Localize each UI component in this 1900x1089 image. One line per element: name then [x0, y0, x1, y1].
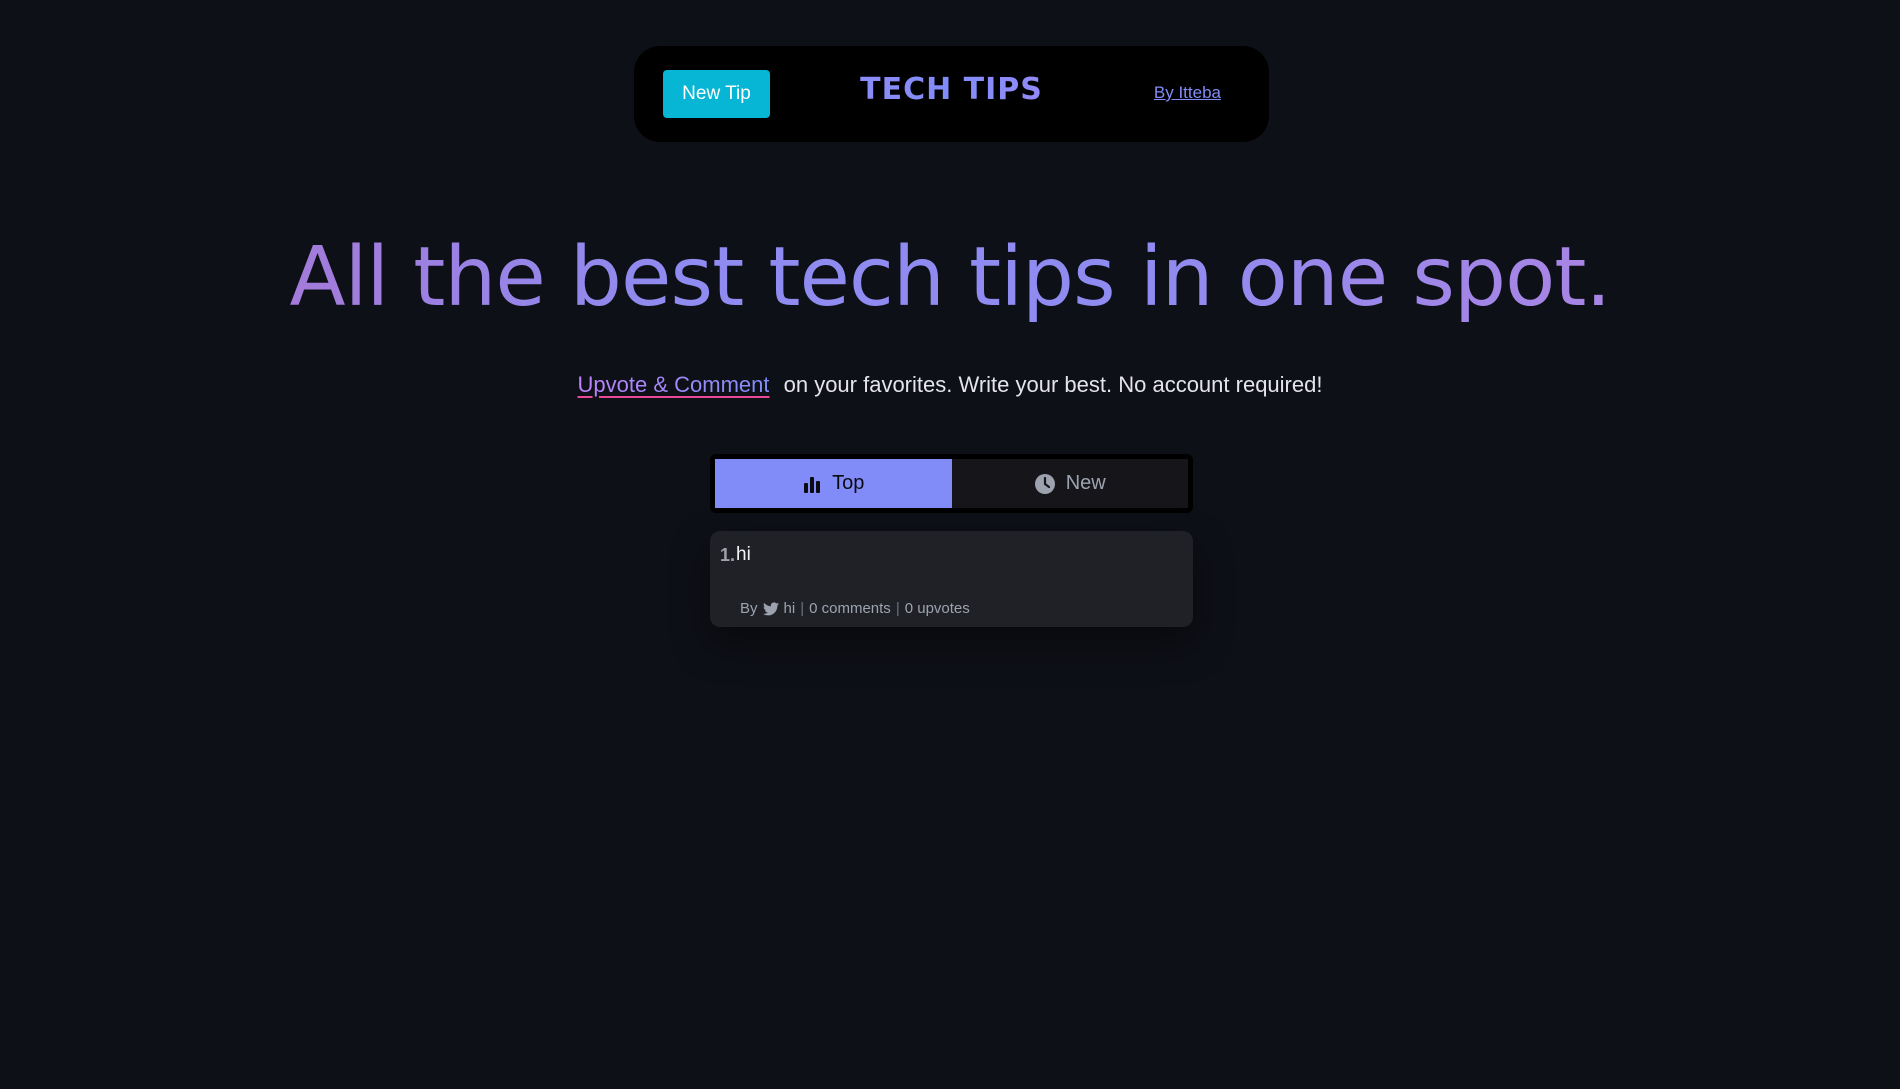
clock-icon — [1034, 473, 1056, 495]
new-tip-button[interactable]: New Tip — [663, 70, 770, 118]
page: New Tip TECH TIPS By Itteba All the best… — [0, 0, 1900, 1089]
twitter-icon[interactable] — [762, 601, 779, 616]
bar-chart-icon — [802, 474, 822, 494]
tab-top-label: Top — [832, 472, 865, 494]
tip-card[interactable]: 1. hi By hi | 0 comments | 0 upvotes — [710, 531, 1193, 627]
author-link[interactable]: By Itteba — [1154, 83, 1221, 103]
tip-author[interactable]: hi — [784, 600, 796, 617]
navbar: New Tip TECH TIPS By Itteba — [634, 46, 1269, 142]
tip-comments-count: 0 comments — [809, 600, 891, 617]
tab-new[interactable]: New — [951, 459, 1188, 508]
meta-separator: | — [895, 600, 900, 617]
hero-subtitle-text: on your favorites. Write your best. No a… — [783, 372, 1323, 397]
meta-separator: | — [800, 600, 805, 617]
sort-tabs: Top New — [710, 454, 1193, 513]
hero-title: All the best tech tips in one spot. — [0, 228, 1900, 328]
tab-top[interactable]: Top — [715, 459, 952, 508]
tip-by-label: By — [740, 600, 758, 617]
tip-meta: By hi | 0 comments | 0 upvotes — [740, 600, 970, 617]
tip-rank: 1. — [720, 545, 736, 565]
tab-new-label: New — [1065, 472, 1106, 494]
tip-upvotes-count: 0 upvotes — [904, 600, 970, 617]
hero-subtitle: Upvote & Comment on your favorites. Writ… — [0, 372, 1900, 398]
tip-title[interactable]: hi — [736, 544, 751, 566]
upvote-comment-link[interactable]: Upvote & Comment — [578, 372, 770, 397]
